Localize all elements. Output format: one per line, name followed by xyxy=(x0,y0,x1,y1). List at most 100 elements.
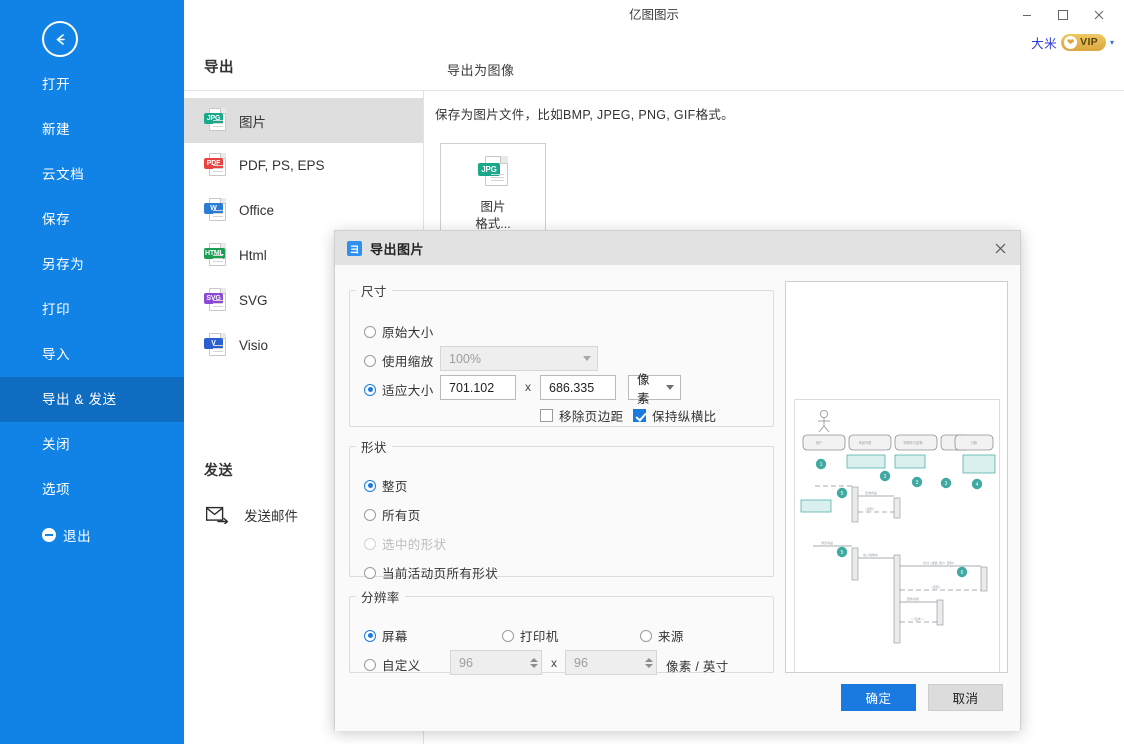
export-format-item-2[interactable]: W Office xyxy=(184,188,423,233)
ok-button[interactable]: 确定 xyxy=(841,684,916,711)
radio-shape-0[interactable]: 整页 xyxy=(364,476,408,495)
export-format-label: Office xyxy=(239,203,275,218)
svg-text:4: 4 xyxy=(976,482,979,488)
radio-fit-size[interactable]: 适应大小 xyxy=(364,380,434,399)
radio-shape-indicator xyxy=(364,479,376,492)
size-group-legend: 尺寸 xyxy=(361,285,387,299)
export-description: 保存为图片文件，比如BMP, JPEG, PNG, GIF格式。 xyxy=(435,108,734,122)
radio-shape-1[interactable]: 所有页 xyxy=(364,505,421,524)
page-title: 导出 xyxy=(204,60,234,76)
export-format-item-1[interactable]: PDF PDF, PS, EPS xyxy=(184,143,423,188)
account-bar: 大米 ❤ VIP ▾ xyxy=(1031,31,1114,53)
radio-res-source[interactable]: 来源 xyxy=(640,626,684,645)
svg-text:3: 3 xyxy=(945,481,948,487)
sidebar-item-label: 导入 xyxy=(42,347,71,362)
file-type-icon: V xyxy=(204,332,226,359)
export-format-label: SVG xyxy=(239,293,268,308)
application-window: 打开 新建 云文档 保存 另存为 打印 导入 导出 & 发送 关闭 选项 退出 亿图图示 xyxy=(0,0,1124,744)
file-type-icon: PDF xyxy=(204,152,226,179)
svg-text:购物车与结算: 购物车与结算 xyxy=(903,440,923,445)
radio-res-screen-label: 屏幕 xyxy=(382,630,408,644)
radio-shape-indicator xyxy=(364,566,376,579)
maximize-icon xyxy=(1058,10,1068,20)
dialog-close-icon xyxy=(995,243,1005,253)
vip-badge-label: VIP xyxy=(1080,36,1098,48)
sidebar-item-2[interactable]: 云文档 xyxy=(0,152,184,197)
radio-res-printer[interactable]: 打印机 xyxy=(502,626,559,645)
size-group: 尺寸 原始大小 使用缩放 100% 适应大小 x xyxy=(349,281,774,427)
radio-res-printer-label: 打印机 xyxy=(520,630,559,644)
sidebar-item-label: 另存为 xyxy=(42,257,85,272)
shape-group-legend: 形状 xyxy=(361,441,387,455)
vip-badge[interactable]: ❤ VIP xyxy=(1061,33,1106,51)
back-button[interactable] xyxy=(42,21,78,57)
svg-text:<返回>: <返回> xyxy=(865,506,875,511)
shape-group: 形状 整页 所有页 选中的形状 当前活动页所有形状 xyxy=(349,437,774,581)
sidebar-item-label: 导出 & 发送 xyxy=(42,392,117,407)
stepper-down-icon xyxy=(645,663,653,668)
sidebar-item-5[interactable]: 打印 xyxy=(0,287,184,332)
cancel-button[interactable]: 取消 xyxy=(928,684,1003,711)
scale-dropdown[interactable]: 100% xyxy=(440,346,598,371)
stepper-up-icon xyxy=(530,657,538,662)
sidebar-item-0[interactable]: 打开 xyxy=(0,62,184,107)
close-button[interactable] xyxy=(1082,2,1116,28)
sidebar-item-exit[interactable]: 退出 xyxy=(0,512,184,557)
sidebar-item-7[interactable]: 导出 & 发送 xyxy=(0,377,184,422)
checkbox-remove-margin-label: 移除页边距 xyxy=(559,410,624,424)
resolution-group: 分辨率 屏幕 打印机 来源 自定义 96 x 96 像素 / 英寸 xyxy=(349,587,774,675)
radio-shape-label: 当前活动页所有形状 xyxy=(382,567,499,581)
dpi-x-stepper[interactable] xyxy=(450,650,542,675)
dpi-y-stepper[interactable] xyxy=(565,650,657,675)
radio-fit-size-label: 适应大小 xyxy=(382,384,434,398)
radio-shape-label: 整页 xyxy=(382,480,408,494)
radio-original-size[interactable]: 原始大小 xyxy=(364,322,434,341)
radio-shape-label: 所有页 xyxy=(382,509,421,523)
radio-res-source-label: 来源 xyxy=(658,630,684,644)
sidebar-item-6[interactable]: 导入 xyxy=(0,332,184,377)
sidebar-item-9[interactable]: 选项 xyxy=(0,467,184,512)
dialog-body: 尺寸 原始大小 使用缩放 100% 适应大小 x xyxy=(335,265,1020,731)
resolution-group-legend: 分辨率 xyxy=(361,591,400,605)
export-format-item-0[interactable]: JPG 图片 xyxy=(184,98,423,143)
checkbox-remove-margin[interactable]: 移除页边距 xyxy=(540,406,624,425)
file-type-icon: JPG xyxy=(204,107,226,134)
width-input[interactable] xyxy=(440,375,516,400)
radio-fit-size-indicator xyxy=(364,383,376,396)
stepper-down-icon xyxy=(530,663,538,668)
export-image-dialog: ヨ 导出图片 尺寸 原始大小 使用缩放 100% 适应大小 701.102 x … xyxy=(334,230,1021,731)
radio-shape-3[interactable]: 当前活动页所有形状 xyxy=(364,563,498,582)
checkbox-keep-ratio[interactable]: 保持纵横比 xyxy=(633,406,717,425)
sidebar-item-3[interactable]: 保存 xyxy=(0,197,184,242)
svg-text:加入购物车: 加入购物车 xyxy=(863,552,878,557)
sidebar-item-8[interactable]: 关闭 xyxy=(0,422,184,467)
stepper-up-icon xyxy=(645,657,653,662)
radio-original-size-indicator xyxy=(364,325,376,338)
dpi-y-stepper-arrows[interactable] xyxy=(642,651,656,674)
radio-res-custom-label: 自定义 xyxy=(382,659,421,673)
radio-res-screen-indicator xyxy=(364,629,376,642)
svg-text:6: 6 xyxy=(961,570,964,576)
minimize-button[interactable] xyxy=(1010,2,1044,28)
jpg-file-icon: JPG xyxy=(478,156,508,190)
account-dropdown-caret-icon[interactable]: ▾ xyxy=(1110,38,1114,47)
back-arrow-icon xyxy=(56,33,65,45)
edraw-logo-icon: ヨ xyxy=(347,240,362,256)
dpi-x-stepper-arrows[interactable] xyxy=(527,651,541,674)
svg-text:5: 5 xyxy=(841,550,844,556)
height-input[interactable] xyxy=(540,375,616,400)
sidebar-item-4[interactable]: 另存为 xyxy=(0,242,184,287)
maximize-button[interactable] xyxy=(1046,2,1080,28)
radio-res-screen[interactable]: 屏幕 xyxy=(364,626,408,645)
dialog-close-button[interactable] xyxy=(988,237,1012,259)
svg-text:<返回>: <返回> xyxy=(931,584,941,589)
checkbox-keep-ratio-indicator xyxy=(633,409,646,422)
radio-use-scale[interactable]: 使用缩放 xyxy=(364,351,434,370)
radio-res-custom[interactable]: 自定义 xyxy=(364,655,421,674)
svg-text:查询商品: 查询商品 xyxy=(865,490,877,495)
account-user-name[interactable]: 大米 xyxy=(1031,33,1057,52)
radio-use-scale-label: 使用缩放 xyxy=(382,355,434,369)
sidebar-item-1[interactable]: 新建 xyxy=(0,107,184,152)
size-unit-dropdown[interactable]: 像素 xyxy=(628,373,681,406)
sequence-diagram-preview: 用户 商品列表 购物车与结算 付款 1 2 3 3 4 5 5 6 查询商品<返… xyxy=(800,409,996,644)
